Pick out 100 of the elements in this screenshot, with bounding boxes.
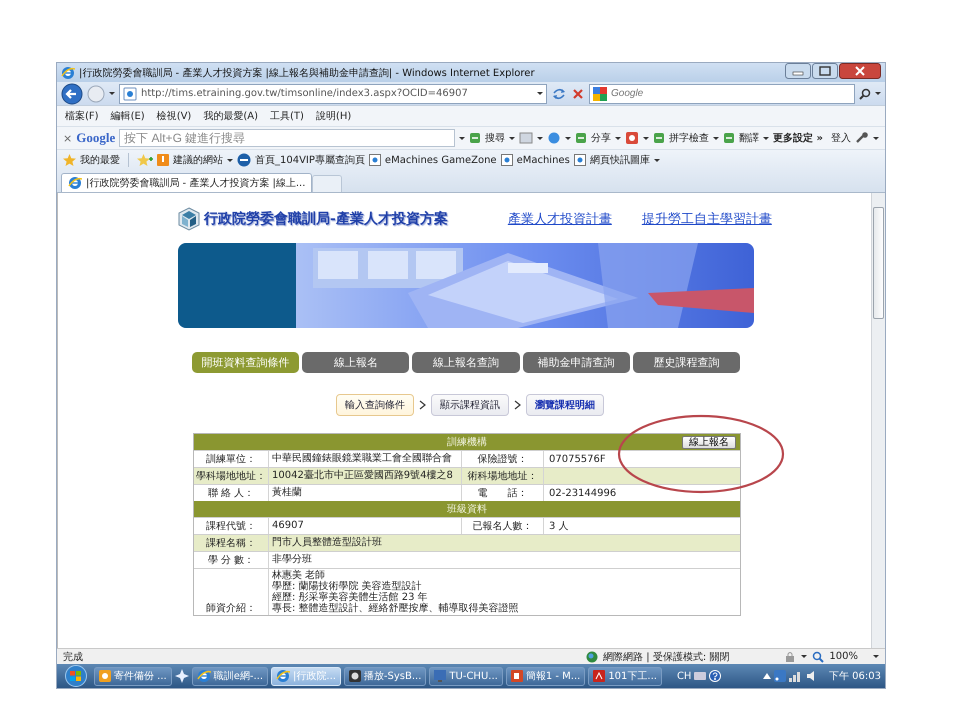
step-button[interactable]: 瀏覽課程明細 xyxy=(526,394,604,416)
zoom-icon[interactable] xyxy=(812,650,824,662)
table-label: 學科場地地址： xyxy=(195,470,267,484)
caret-icon[interactable] xyxy=(873,136,879,140)
caret-icon[interactable] xyxy=(109,92,115,95)
caret-icon[interactable] xyxy=(537,136,544,140)
toolbar-search-field[interactable]: 按下 Alt+G 鍵進行搜尋 xyxy=(119,129,456,147)
signal-icon[interactable] xyxy=(789,670,803,682)
menu-item[interactable]: 工具(T) xyxy=(270,109,304,123)
caret-icon[interactable] xyxy=(875,92,881,95)
menu-item[interactable]: 我的最愛(A) xyxy=(203,109,258,123)
browser-tab[interactable]: |行政院勞委會職訓局 - 產業人才投資方案 |線上... xyxy=(61,173,312,192)
caret-icon[interactable] xyxy=(565,136,572,140)
search-icon[interactable] xyxy=(859,88,871,100)
close-icon[interactable] xyxy=(839,63,881,79)
feed-icon[interactable] xyxy=(774,670,786,682)
toolbar-menu[interactable]: 分享 xyxy=(591,131,612,145)
maximize-icon[interactable] xyxy=(812,63,838,79)
menu-icon xyxy=(723,132,736,144)
tray-arrow-icon[interactable] xyxy=(763,673,771,679)
favorite-link[interactable]: 建議的網站 xyxy=(173,153,223,167)
wrench-icon[interactable] xyxy=(855,132,869,144)
media-icon xyxy=(348,670,361,682)
stop-icon[interactable] xyxy=(571,86,585,100)
header-link[interactable]: 產業人才投資計畫 xyxy=(508,210,612,228)
nav-tab[interactable]: 線上報名查詢 xyxy=(412,352,520,373)
star-icon xyxy=(63,154,76,166)
menu-icon xyxy=(653,132,666,144)
table-label: 課程名稱： xyxy=(205,536,257,551)
monitor-icon xyxy=(434,670,446,682)
caret-icon[interactable] xyxy=(615,136,622,140)
favorites-button[interactable]: 我的最愛 xyxy=(80,153,120,167)
input-language[interactable]: CH xyxy=(676,670,692,682)
refresh-icon[interactable] xyxy=(551,86,567,100)
signup-button[interactable]: 線上報名 xyxy=(682,436,736,449)
status-text: 完成 xyxy=(63,650,83,664)
table-text: 學歷: 蘭陽技術學院 美容造型設計 xyxy=(272,581,422,592)
globe-icon xyxy=(586,650,598,662)
caret-icon[interactable] xyxy=(763,136,770,140)
add-favorite-icon[interactable] xyxy=(137,154,153,166)
menu-item[interactable]: 檢視(V) xyxy=(156,109,192,123)
search-field[interactable]: Google xyxy=(589,84,855,104)
caret-icon[interactable] xyxy=(537,92,543,95)
step-button[interactable]: 顯示課程資訊 xyxy=(431,394,509,416)
caret-icon[interactable] xyxy=(654,158,660,162)
caret-icon[interactable] xyxy=(873,655,879,658)
caret-icon[interactable] xyxy=(459,136,466,140)
taskbar-button[interactable]: 101下工... xyxy=(588,666,662,686)
chevron-icon xyxy=(419,400,426,410)
table-label: 訓練單位： xyxy=(205,452,257,467)
favorite-link[interactable]: 首頁_104VIP專屬查詢頁 xyxy=(255,153,365,167)
close-button[interactable]: × xyxy=(63,132,72,144)
menu-item[interactable]: 說明(H) xyxy=(316,109,352,123)
nav-tab[interactable]: 補助金申請查詢 xyxy=(522,352,630,373)
security-zone: 網際網路 | 受保護模式: 關閉 xyxy=(603,650,730,664)
address-field[interactable]: http://tims.etraining.gov.tw/timsonline/index3.aspx?OCID=46907 xyxy=(119,84,547,104)
taskbar-button[interactable]: 播放-SysB... xyxy=(344,666,426,686)
slides-icon xyxy=(510,670,523,682)
search-provider-icon xyxy=(593,86,607,100)
taskbar-button[interactable]: 職訓e網-... xyxy=(192,666,268,686)
menu-item[interactable]: 編輯(E) xyxy=(110,109,145,123)
back-icon[interactable] xyxy=(61,82,83,104)
clock[interactable]: 下午 06:03 xyxy=(829,669,881,683)
favorite-link[interactable]: 網頁快訊圖庫 xyxy=(590,153,650,167)
envelope-icon xyxy=(99,670,111,682)
toolbar-menu[interactable]: 翻譯 xyxy=(739,131,760,145)
help-icon[interactable] xyxy=(709,670,722,682)
caret-icon[interactable] xyxy=(713,136,720,140)
favorite-link[interactable]: eMachines xyxy=(516,154,570,166)
page-icon xyxy=(368,154,381,166)
table-label: 課程代號： xyxy=(205,520,257,534)
sign-in-link[interactable]: 登入 xyxy=(831,131,851,145)
table-label: 聯 絡 人： xyxy=(206,487,256,501)
keyboard-icon[interactable] xyxy=(694,671,706,681)
step-button[interactable]: 輸入查詢條件 xyxy=(336,394,414,416)
header-link[interactable]: 提升勞工自主學習計畫 xyxy=(642,210,772,228)
favorite-link[interactable]: eMachines GameZone xyxy=(384,154,497,166)
caret-icon[interactable] xyxy=(643,136,650,140)
search-field[interactable]: Google xyxy=(611,86,851,100)
caret-icon[interactable] xyxy=(801,655,808,658)
nav-tab[interactable]: 線上報名 xyxy=(302,352,410,373)
minimize-icon[interactable] xyxy=(785,63,811,79)
toolbar-menu[interactable]: 拼字檢查 xyxy=(669,131,710,145)
toolbar-menu[interactable]: 搜尋 xyxy=(485,131,506,145)
document-icon xyxy=(593,670,606,682)
caret-icon[interactable] xyxy=(509,136,516,140)
scroll-thumb[interactable] xyxy=(873,207,884,319)
taskbar-button[interactable]: TU-CHU... xyxy=(429,666,503,686)
taskbar-button[interactable]: 寄件備份 ... xyxy=(94,666,172,686)
globe-icon xyxy=(237,153,251,167)
menu-item[interactable]: 檔案(F) xyxy=(65,109,99,123)
browser-icon xyxy=(276,669,290,683)
zoom-level[interactable]: 100% xyxy=(829,651,858,662)
table-text: 林惠美 老師 xyxy=(272,570,326,581)
toolbar-link[interactable]: 更多設定 » xyxy=(773,131,823,145)
scroll-bar[interactable] xyxy=(871,193,885,648)
caret-icon[interactable] xyxy=(227,158,233,162)
taskbar-button[interactable]: 簡報1 - M... xyxy=(506,666,586,686)
table-label: 師資介紹： xyxy=(205,602,257,615)
nav-tab[interactable]: 歷史課程查詢 xyxy=(632,352,740,373)
